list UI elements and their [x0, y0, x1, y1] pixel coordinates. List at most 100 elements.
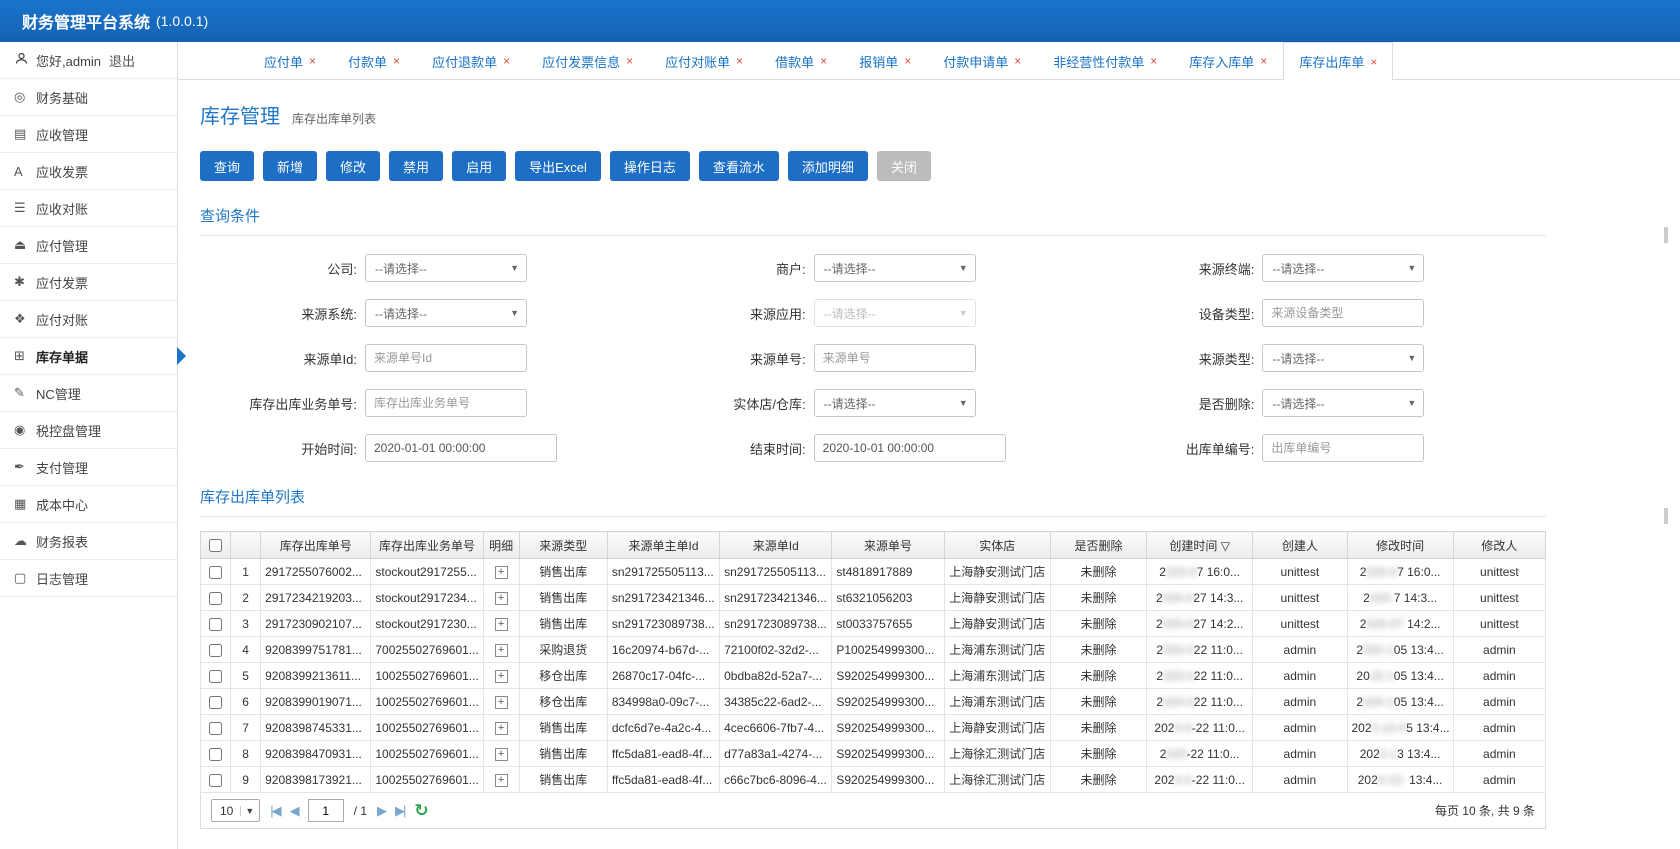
row-checkbox[interactable]: [209, 618, 222, 631]
col-header-12[interactable]: 修改人: [1453, 532, 1545, 559]
close-icon[interactable]: ×: [1150, 54, 1157, 68]
row-checkbox[interactable]: [209, 748, 222, 761]
table-row[interactable]: 12917255076002...stockout2917255...+销售出库…: [201, 559, 1546, 585]
table-row[interactable]: 22917234219203...stockout2917234...+销售出库…: [201, 585, 1546, 611]
table-row[interactable]: 89208398470931...10025502769601...+销售出库f…: [201, 741, 1546, 767]
tab-item-7[interactable]: 付款申请单×: [927, 42, 1037, 79]
prev-page-button[interactable]: ◀: [290, 803, 298, 819]
sidebar-item-tax-disk-mgmt[interactable]: ◉税控盘管理: [0, 412, 177, 449]
col-header-10[interactable]: 创建人: [1253, 532, 1347, 559]
tab-item-6[interactable]: 报销单×: [843, 42, 927, 79]
close-icon[interactable]: ×: [904, 54, 911, 68]
add-detail-button[interactable]: 添加明细: [788, 151, 868, 181]
source-id-input[interactable]: [365, 344, 527, 372]
expand-icon[interactable]: +: [495, 670, 508, 683]
disable-button[interactable]: 禁用: [389, 151, 443, 181]
close-icon[interactable]: ×: [1370, 55, 1377, 69]
sidebar-item-nc-mgmt[interactable]: ✎NC管理: [0, 375, 177, 412]
table-row[interactable]: 59208399213611...10025502769601...+移仓出库2…: [201, 663, 1546, 689]
close-icon[interactable]: ×: [1260, 54, 1267, 68]
first-page-button[interactable]: |◀: [270, 803, 279, 819]
row-checkbox[interactable]: [209, 592, 222, 605]
view-flow-button[interactable]: 查看流水: [699, 151, 779, 181]
row-checkbox[interactable]: [209, 722, 222, 735]
col-header-8[interactable]: 是否删除: [1050, 532, 1146, 559]
operation-log-button[interactable]: 操作日志: [610, 151, 690, 181]
page-size-select[interactable]: 10 ▼: [211, 799, 260, 822]
sidebar-item-receivable-invoice[interactable]: A应收发票: [0, 153, 177, 190]
col-header-4[interactable]: 来源单主单Id: [607, 532, 719, 559]
tab-item-8[interactable]: 非经营性付款单×: [1037, 42, 1173, 79]
last-page-button[interactable]: ▶|: [395, 803, 404, 819]
row-checkbox[interactable]: [209, 696, 222, 709]
export-excel-button[interactable]: 导出Excel: [515, 151, 601, 181]
table-row[interactable]: 99208398173921...10025502769601...+销售出库f…: [201, 767, 1546, 793]
tab-item-10[interactable]: 库存出库单×: [1283, 42, 1393, 80]
col-header-0[interactable]: 库存出库单号: [261, 532, 371, 559]
col-header-5[interactable]: 来源单Id: [720, 532, 832, 559]
col-header-1[interactable]: 库存出库业务单号: [371, 532, 483, 559]
sidebar-item-finance-base[interactable]: ◎财务基础: [0, 79, 177, 116]
edit-button[interactable]: 修改: [326, 151, 380, 181]
expand-icon[interactable]: +: [495, 566, 508, 579]
sidebar-item-payable-recon[interactable]: ❖应付对账: [0, 301, 177, 338]
col-header-9[interactable]: 创建时间 ▽: [1147, 532, 1253, 559]
close-icon[interactable]: ×: [1014, 54, 1021, 68]
col-header-6[interactable]: 来源单号: [832, 532, 944, 559]
sidebar-item-payable-mgmt[interactable]: ⏏应付管理: [0, 227, 177, 264]
store-warehouse-select[interactable]: --请选择--▼: [814, 389, 976, 417]
device-type-input[interactable]: [1262, 299, 1424, 327]
col-header-2[interactable]: 明细: [483, 532, 519, 559]
refresh-icon[interactable]: ↻: [414, 801, 428, 821]
page-input[interactable]: [308, 799, 344, 822]
row-checkbox[interactable]: [209, 644, 222, 657]
sidebar-item-inventory-docs[interactable]: ⊞库存单据: [0, 338, 177, 375]
source-system-select[interactable]: --请选择--▼: [365, 299, 527, 327]
sidebar-item-payment-mgmt[interactable]: ✒支付管理: [0, 449, 177, 486]
select-all-checkbox[interactable]: [209, 539, 222, 552]
tab-item-9[interactable]: 库存入库单×: [1173, 42, 1283, 79]
close-icon[interactable]: ×: [393, 54, 400, 68]
sidebar-item-receivable-recon[interactable]: ☰应收对账: [0, 190, 177, 227]
tab-item-4[interactable]: 应付对账单×: [649, 42, 759, 79]
row-checkbox[interactable]: [209, 566, 222, 579]
company-select[interactable]: --请选择--▼: [365, 254, 527, 282]
col-header-11[interactable]: 修改时间: [1347, 532, 1453, 559]
table-row[interactable]: 69208399019071...10025502769601...+移仓出库8…: [201, 689, 1546, 715]
close-icon[interactable]: ×: [626, 54, 633, 68]
sidebar-item-finance-report[interactable]: ☁财务报表: [0, 523, 177, 560]
outbound-no-input[interactable]: [1262, 434, 1424, 462]
row-checkbox[interactable]: [209, 774, 222, 787]
table-row[interactable]: 79208398745331...10025502769601...+销售出库d…: [201, 715, 1546, 741]
source-type-select[interactable]: --请选择--▼: [1262, 344, 1424, 372]
is-deleted-select[interactable]: --请选择--▼: [1262, 389, 1424, 417]
end-time-input[interactable]: [814, 434, 1006, 462]
tab-item-0[interactable]: 应付单×: [248, 42, 332, 79]
expand-icon[interactable]: +: [495, 774, 508, 787]
biz-no-input[interactable]: [365, 389, 527, 417]
table-row[interactable]: 49208399751781...70025502769601...+采购退货1…: [201, 637, 1546, 663]
sidebar-item-cost-center[interactable]: ▦成本中心: [0, 486, 177, 523]
expand-icon[interactable]: +: [495, 722, 508, 735]
tab-item-5[interactable]: 借款单×: [759, 42, 843, 79]
logout-link[interactable]: 退出: [109, 51, 135, 70]
row-checkbox[interactable]: [209, 670, 222, 683]
col-header-7[interactable]: 实体店: [944, 532, 1050, 559]
enable-button[interactable]: 启用: [452, 151, 506, 181]
source-no-input[interactable]: [814, 344, 976, 372]
query-button[interactable]: 查询: [200, 151, 254, 181]
expand-icon[interactable]: +: [495, 748, 508, 761]
close-icon[interactable]: ×: [503, 54, 510, 68]
tab-item-2[interactable]: 应付退款单×: [416, 42, 526, 79]
close-icon[interactable]: ×: [309, 54, 316, 68]
table-row[interactable]: 32917230902107...stockout2917230...+销售出库…: [201, 611, 1546, 637]
expand-icon[interactable]: +: [495, 592, 508, 605]
expand-icon[interactable]: +: [495, 618, 508, 631]
col-header-3[interactable]: 来源类型: [519, 532, 607, 559]
sidebar-item-log-mgmt[interactable]: ▢日志管理: [0, 560, 177, 597]
expand-icon[interactable]: +: [495, 644, 508, 657]
close-icon[interactable]: ×: [820, 54, 827, 68]
sidebar-item-payable-invoice[interactable]: ✱应付发票: [0, 264, 177, 301]
next-page-button[interactable]: ▶: [377, 803, 385, 819]
sidebar-item-receivable-mgmt[interactable]: ▤应收管理: [0, 116, 177, 153]
